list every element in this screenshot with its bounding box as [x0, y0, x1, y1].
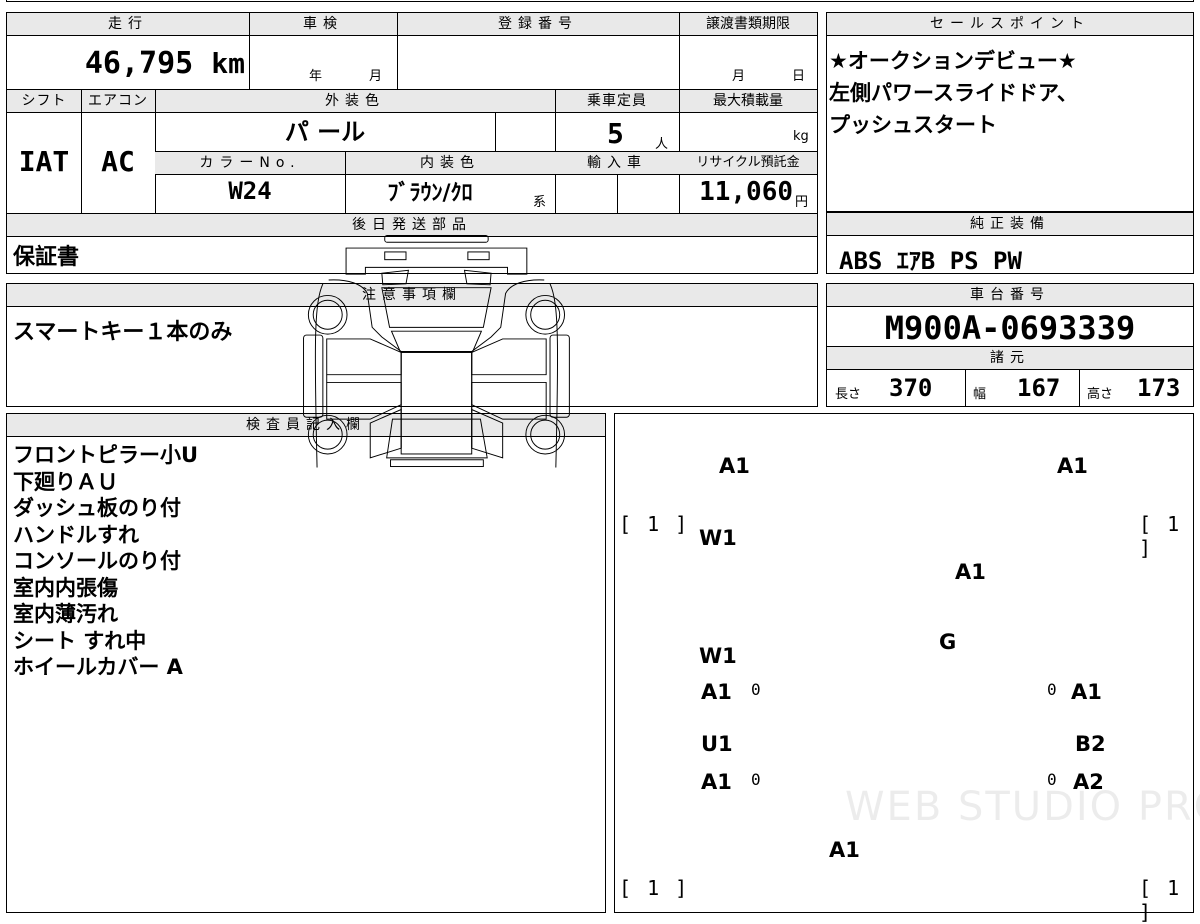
specs-header: 諸元: [827, 347, 1193, 370]
bracket-top-left: [ 1 ]: [619, 512, 690, 536]
zero-mark: 0: [1047, 680, 1057, 699]
sales-line: ★オークションデビュー★: [829, 49, 1077, 73]
bracket-top-right: [ 1 ]: [1139, 512, 1182, 560]
load-unit: kg: [793, 129, 809, 144]
mark-front-right: A1: [1057, 454, 1088, 478]
mark-hood: A1: [955, 560, 986, 584]
width-value: 167: [1017, 374, 1061, 402]
chassis-header: 車台番号: [827, 284, 1193, 307]
bracket-bottom-left: [ 1 ]: [619, 876, 690, 900]
car-diagram-box: A1 A1 [ 1 ] [ 1 ] W1 A1 G W1 A1 0 0 A1 U…: [303, 235, 1200, 924]
inspector-line: ホイールカバー A: [13, 655, 183, 679]
inspector-line: 室内内張傷: [13, 575, 118, 600]
equipment-header: 純正装備: [827, 213, 1193, 236]
watermark: WEB STUDIO PRO: [845, 784, 1200, 830]
recycle-unit: 円: [795, 195, 809, 210]
sales-line: 左側パワースライドドア、: [829, 81, 1078, 105]
inspector-line: シート すれ中: [13, 628, 147, 653]
inspector-line: ハンドルすれ: [13, 522, 139, 547]
chassis-value: M900A-0693339: [884, 309, 1136, 347]
length-label: 長さ: [835, 387, 862, 402]
inspector-line: コンソールのり付: [13, 549, 181, 573]
car-outline: [303, 235, 570, 468]
mark-rf-door: A1: [1071, 680, 1102, 704]
mark-front-left: A1: [719, 454, 750, 478]
bracket-bottom-right: [ 1 ]: [1139, 876, 1182, 924]
equipment-value: ABS ｴｱB PS PW: [839, 247, 1022, 275]
mark-windshield: G: [939, 630, 957, 654]
recycle-header: リサイクル預託金: [679, 152, 817, 175]
equipment-box: 純正装備 ABS ｴｱB PS PW: [826, 212, 1194, 275]
transfer-day: 日: [792, 69, 806, 84]
mark-lf-door-b: A1: [701, 680, 732, 704]
capacity-value: 5: [607, 117, 624, 150]
mark-lr-door-a: U1: [701, 732, 733, 756]
sales-header: セールスポイント: [827, 13, 1193, 36]
sales-points-box: セールスポイント ★オークションデビュー★ 左側パワースライドドア、 プッシュス…: [826, 12, 1194, 212]
zero-mark: 0: [751, 680, 761, 699]
length-value: 370: [889, 374, 933, 402]
load-header: 最大積載量: [679, 90, 817, 113]
capacity-unit: 人: [655, 137, 669, 152]
height-label: 高さ: [1087, 387, 1114, 402]
recycle-value: 11,060: [699, 177, 793, 207]
sales-line: プッシュスタート: [829, 113, 997, 137]
mark-left-fender: W1: [699, 526, 737, 550]
inspector-line: 室内薄汚れ: [13, 602, 118, 626]
height-value: 173: [1137, 374, 1181, 402]
chassis-box: 車台番号 M900A-0693339 諸元 長さ 370 幅 167 高さ 17…: [826, 283, 1194, 407]
sales-lines: ★オークションデビュー★ 左側パワースライドドア、 プッシュスタート: [829, 45, 1078, 141]
transfer-month: 月: [732, 69, 746, 84]
mark-rr-door-a: B2: [1075, 732, 1106, 756]
mark-rear: A1: [829, 838, 860, 862]
mark-lf-door-a: W1: [699, 644, 737, 668]
mark-lr-door-b: A1: [701, 770, 732, 794]
zero-mark: 0: [751, 770, 761, 789]
width-label: 幅: [973, 387, 987, 402]
transfer-header: 譲渡書類期限: [679, 13, 817, 36]
